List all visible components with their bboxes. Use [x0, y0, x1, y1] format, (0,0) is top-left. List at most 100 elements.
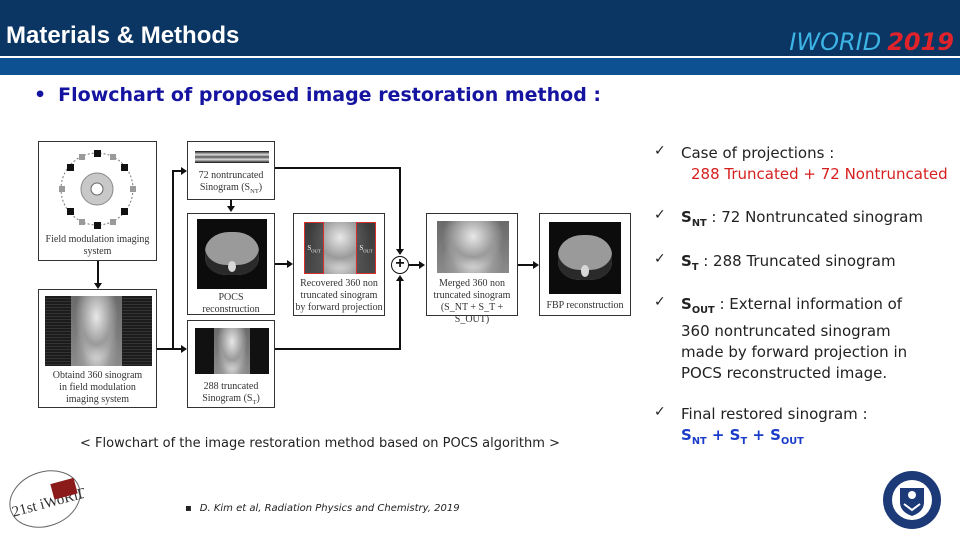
- nontruncated-sinogram-image: [195, 151, 269, 163]
- reference-text: D. Kim et al, Radiation Physics and Chem…: [199, 503, 460, 514]
- nontruncated-sinogram-caption: 72 nontruncated Sinogram (SNT): [188, 170, 274, 198]
- conference-name: IWORID: [789, 28, 882, 56]
- bullet-icon: •: [34, 84, 47, 106]
- checkmark-icon: ✓: [654, 207, 666, 223]
- arrowhead: [287, 260, 293, 268]
- recovered-caption: Recovered 360 non truncated sinogram by …: [294, 278, 384, 314]
- yonsei-university-logo: [883, 471, 941, 529]
- field-modulation-caption: Field modulation imaging system: [45, 234, 150, 257]
- recovered-sinogram-box: SOUT SOUT Recovered 360 non truncated si…: [293, 213, 385, 316]
- merged-caption: Merged 360 non truncated sinogram (S_NT …: [427, 278, 517, 326]
- sinogram-center: [71, 296, 122, 366]
- checkmark-icon: ✓: [654, 294, 666, 310]
- iworid-logo: 21st iWoRiD: [9, 470, 84, 528]
- connector: [275, 167, 401, 169]
- reference-bullet-icon: ▪: [185, 503, 192, 514]
- list-item-text: SNT : 72 Nontruncated sinogram: [681, 207, 923, 234]
- merged-sinogram-box: Merged 360 non truncated sinogram (S_NT …: [426, 213, 518, 325]
- caption-line: Sinogram (ST): [202, 393, 260, 406]
- connector: [518, 264, 533, 266]
- arrowhead: [396, 275, 404, 281]
- checkmark-icon: ✓: [654, 251, 666, 267]
- list-item-text: Final restored sinogram : SNT + ST + SOU…: [681, 404, 868, 452]
- arrowhead: [181, 167, 187, 175]
- connector: [275, 263, 287, 265]
- pocs-reconstruction-box: POCS reconstruction: [187, 213, 275, 315]
- caption-line: reconstruction: [202, 304, 260, 315]
- arrowhead: [227, 206, 235, 212]
- caption-line: 72 nontruncated: [198, 170, 264, 181]
- obtained-sinogram-image: [45, 296, 152, 366]
- caption-line: POCS: [218, 292, 244, 303]
- formula-part: + S: [747, 426, 781, 444]
- item-text: : 288 Truncated sinogram: [698, 252, 896, 270]
- symbol-sub: NT: [691, 218, 707, 229]
- figure-caption: < Flowchart of the image restoration met…: [80, 436, 560, 451]
- checkmark-icon: ✓: [654, 404, 666, 420]
- fbp-ct-image: [549, 222, 621, 294]
- connector: [399, 167, 401, 250]
- caption-line: imaging system: [65, 394, 130, 405]
- slide-title: Materials & Methods: [6, 22, 240, 49]
- formula-part: S: [681, 426, 692, 444]
- arrowhead: [181, 345, 187, 353]
- label-sub: OUT: [311, 248, 321, 254]
- truncated-sinogram-caption: 288 truncated Sinogram (ST): [188, 381, 274, 409]
- truncated-sinogram-box: 288 truncated Sinogram (ST): [187, 320, 275, 408]
- formula-sub: NT: [691, 436, 707, 447]
- connector: [97, 261, 99, 285]
- caption-line: Merged 360 non: [439, 278, 505, 289]
- sout-left-region: SOUT: [304, 222, 324, 274]
- sinogram-center: [214, 328, 250, 374]
- item-highlight: 288 Truncated + 72 Nontruncated: [691, 165, 948, 183]
- merged-sinogram-image: [437, 221, 509, 273]
- symbol: S: [681, 295, 692, 313]
- symbol: S: [681, 208, 692, 226]
- arrowhead: [419, 261, 425, 269]
- section-heading: • Flowchart of proposed image restoration…: [34, 84, 601, 106]
- item-text: : 72 Nontruncated sinogram: [706, 208, 924, 226]
- list-item-text: SOUT : External information of 360 nontr…: [681, 294, 931, 384]
- list-item-text: Case of projections : 288 Truncated + 72…: [681, 143, 948, 185]
- connector: [157, 348, 181, 350]
- arrowhead: [94, 283, 102, 289]
- connector: [275, 348, 401, 350]
- caption-text: Sinogram (S: [202, 393, 253, 404]
- formula: SNT + ST + SOUT: [681, 425, 868, 452]
- caption-line: by forward projection: [295, 302, 383, 313]
- caption-text: Sinogram (S: [199, 182, 251, 193]
- caption-line: truncated sinogram: [300, 290, 378, 301]
- list-item-text: ST : 288 Truncated sinogram: [681, 251, 896, 278]
- caption-line: in field modulation: [59, 382, 136, 393]
- symbol-sub: OUT: [691, 305, 715, 316]
- pocs-caption: POCS reconstruction: [188, 292, 274, 316]
- caption-sub: T: [252, 399, 257, 406]
- caption-sub: NT: [250, 188, 259, 195]
- obtained-sinogram-caption: Obtaind 360 sinogram in field modulation…: [39, 370, 156, 406]
- conference-logo: IWORID 2019: [789, 28, 954, 56]
- truncated-sinogram-image: [195, 328, 269, 374]
- arrowhead: [533, 261, 539, 269]
- fbp-caption: FBP reconstruction: [546, 300, 624, 311]
- caption-line: Recovered 360 non: [300, 278, 378, 289]
- field-modulation-diagram: [59, 150, 136, 229]
- checkmark-icon: ✓: [654, 143, 666, 159]
- connector: [172, 170, 174, 349]
- section-heading-text: Flowchart of proposed image restoration …: [58, 84, 602, 106]
- caption-line: Obtaind 360 sinogram: [52, 370, 143, 381]
- formula-sub: OUT: [780, 436, 804, 447]
- caption-line: 288 truncated: [203, 381, 259, 392]
- nontruncated-sinogram-box: 72 nontruncated Sinogram (SNT): [187, 141, 275, 200]
- label-sub: OUT: [363, 248, 373, 254]
- pocs-ct-image: [197, 219, 267, 289]
- formula-part: + S: [706, 426, 741, 444]
- caption-line: truncated sinogram: [433, 290, 511, 301]
- item-label: Case of projections :: [681, 144, 835, 162]
- reference: ▪ D. Kim et al, Radiation Physics and Che…: [185, 503, 460, 514]
- sout-right-region: SOUT: [356, 222, 376, 274]
- conference-year: 2019: [887, 28, 954, 56]
- header-band: [0, 58, 960, 75]
- arrowhead: [396, 249, 404, 255]
- connector: [399, 280, 401, 350]
- obtained-sinogram-box: Obtaind 360 sinogram in field modulation…: [38, 289, 157, 408]
